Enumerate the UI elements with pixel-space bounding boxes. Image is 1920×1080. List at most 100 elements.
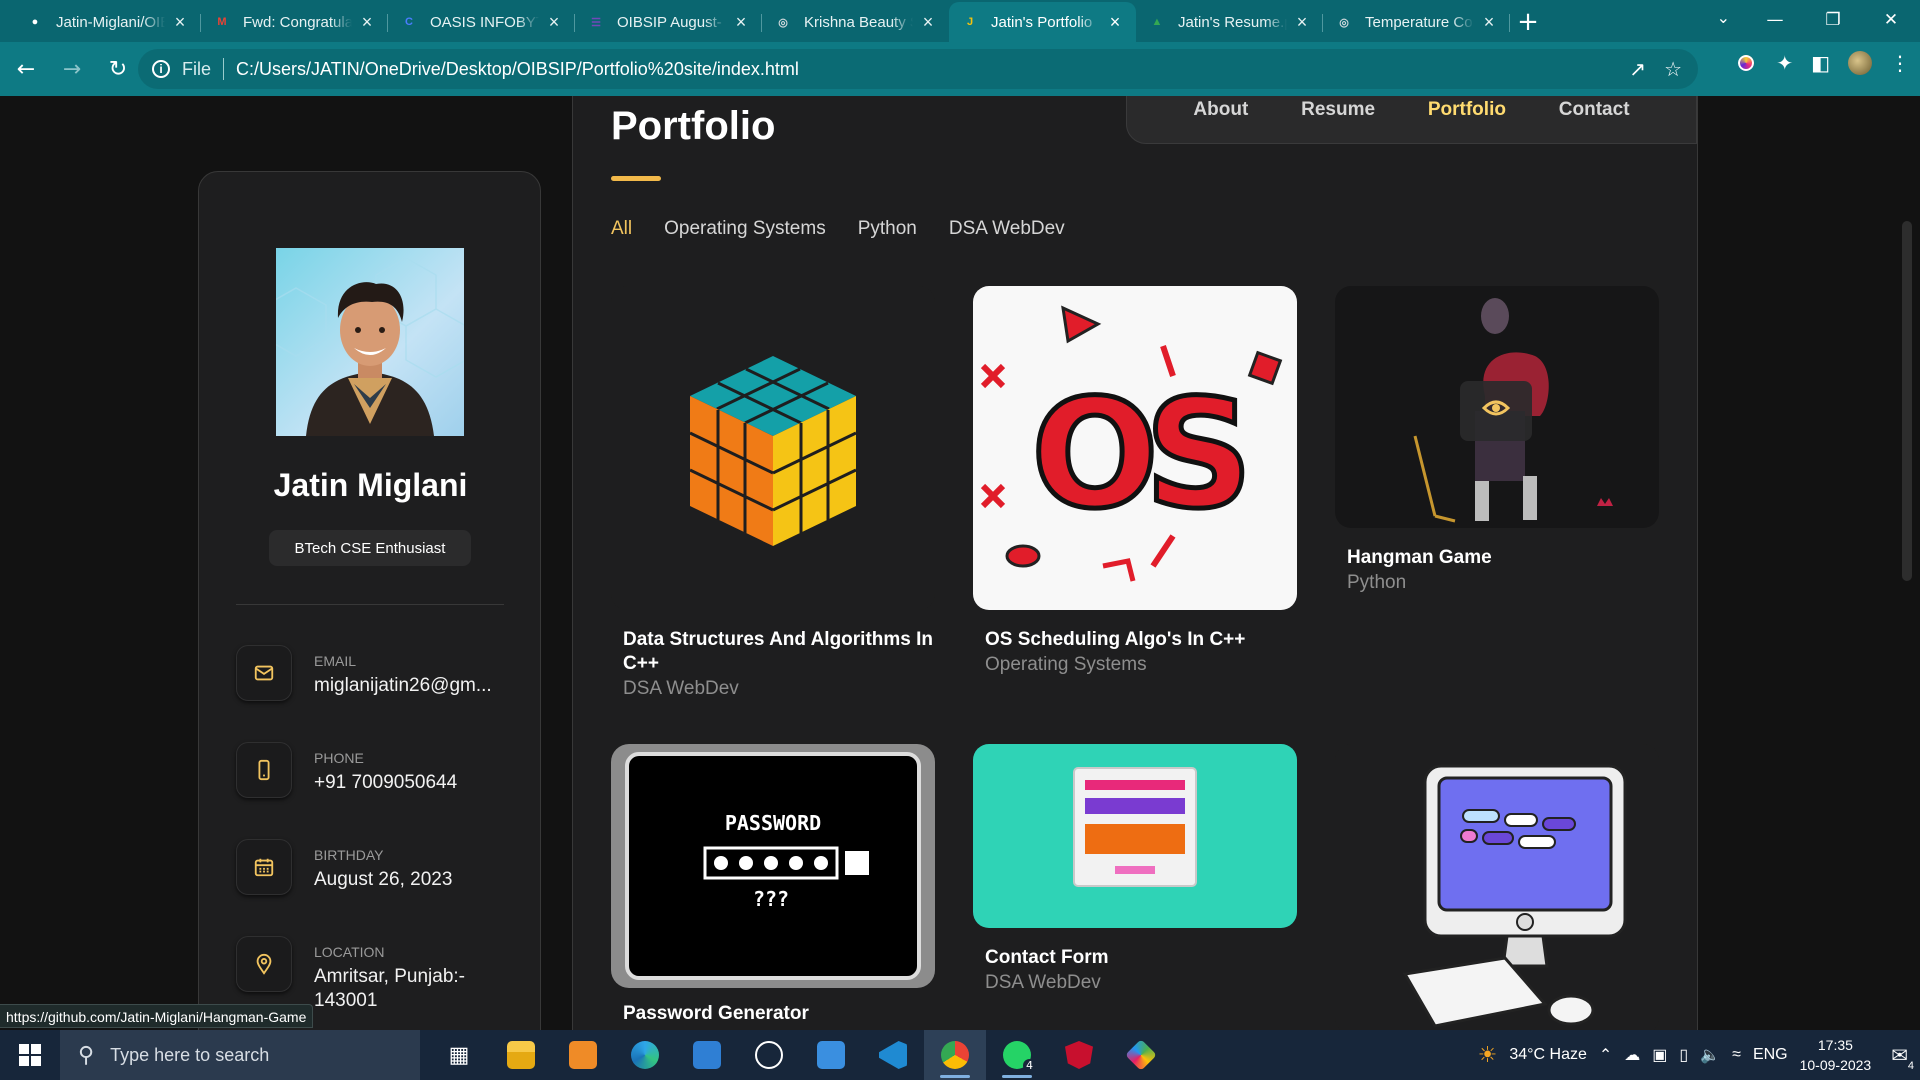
tab-strip: ● Jatin-Miglani/OIB × M Fwd: Congratulati × C O… xyxy=(0,0,1920,42)
browser-tab[interactable]: ◎ Temperature Con × xyxy=(1323,2,1510,42)
project-card-dsa[interactable]: Data Structures And Algorithms In C++ DS… xyxy=(611,286,935,706)
filter-python[interactable]: Python xyxy=(858,218,917,240)
close-tab-icon[interactable]: × xyxy=(171,12,189,33)
dell-icon[interactable] xyxy=(738,1030,800,1080)
browser-tab[interactable]: ☰ OIBSIP August- P × xyxy=(575,2,762,42)
nav-contact[interactable]: Contact xyxy=(1559,99,1630,121)
close-tab-icon[interactable]: × xyxy=(1106,12,1124,33)
weather-icon[interactable]: ☀ xyxy=(1478,1042,1498,1068)
taskbar-search-box[interactable]: ⚲ Type here to search xyxy=(60,1030,420,1080)
info-icon[interactable]: i xyxy=(152,60,170,78)
browser-tab[interactable]: M Fwd: Congratulati × xyxy=(201,2,388,42)
close-tab-icon[interactable]: × xyxy=(358,12,376,33)
reload-button[interactable]: ↻ xyxy=(98,49,138,89)
onedrive-icon[interactable]: ☁ xyxy=(1624,1045,1640,1065)
filter-all[interactable]: All xyxy=(611,218,632,240)
profile-avatar[interactable] xyxy=(1848,51,1872,75)
contact-form-image xyxy=(1073,767,1197,887)
profile-sidebar: Jatin Miglani BTech CSE Enthusiast EMAIL… xyxy=(198,171,541,1030)
rubiks-cube-image xyxy=(689,356,857,546)
avatar xyxy=(276,248,464,436)
edge-icon[interactable] xyxy=(614,1030,676,1080)
project-thumbnail[interactable] xyxy=(973,744,1297,928)
project-card-os[interactable]: OS OS Scheduling Algo's In C++ Operating… xyxy=(973,286,1297,686)
chrome-icon[interactable] xyxy=(924,1030,986,1080)
nav-portfolio[interactable]: Portfolio xyxy=(1428,99,1506,121)
windows-logo-icon xyxy=(19,1044,41,1066)
project-card-password[interactable]: PASSWORD ??? Password Generator xyxy=(611,744,935,1030)
project-title[interactable]: OS Scheduling Algo's In C++ xyxy=(985,628,1295,652)
page-scrollbar[interactable] xyxy=(1902,221,1912,581)
phone-value[interactable]: +91 7009050644 xyxy=(314,772,457,794)
project-title[interactable]: Hangman Game xyxy=(1347,546,1657,570)
email-value[interactable]: miglanijatin26@gm... xyxy=(314,675,492,697)
close-tab-icon[interactable]: × xyxy=(1480,12,1498,33)
extension-instagram-icon[interactable] xyxy=(1734,51,1759,75)
close-window-button[interactable]: ✕ xyxy=(1862,0,1920,40)
project-thumbnail[interactable] xyxy=(1335,286,1659,528)
close-tab-icon[interactable]: × xyxy=(919,12,937,33)
tray-overflow-icon[interactable]: ⌃ xyxy=(1599,1045,1612,1065)
project-thumbnail[interactable]: PASSWORD ??? xyxy=(611,744,935,988)
sublime-text-icon[interactable] xyxy=(552,1030,614,1080)
network-monitor-icon[interactable]: ▣ xyxy=(1652,1045,1667,1065)
volume-icon[interactable]: 🔈 xyxy=(1700,1045,1720,1065)
project-card-contact-form[interactable]: Contact Form DSA WebDev xyxy=(973,744,1297,1004)
nav-resume[interactable]: Resume xyxy=(1301,99,1375,121)
globe-icon: ◎ xyxy=(778,16,788,29)
share-icon[interactable]: ↗ xyxy=(1629,57,1646,82)
project-title[interactable]: Data Structures And Algorithms In C++ xyxy=(623,628,933,676)
battery-icon[interactable]: ▯ xyxy=(1679,1045,1688,1065)
weather-text[interactable]: 34°C Haze xyxy=(1509,1046,1587,1064)
extensions-area: ✦ ◧ ⋮ xyxy=(1734,51,1910,75)
mail-app-icon[interactable] xyxy=(676,1030,738,1080)
task-view-icon[interactable]: ▦ xyxy=(428,1030,490,1080)
mcafee-icon[interactable] xyxy=(1048,1030,1110,1080)
browser-tab[interactable]: ● Jatin-Miglani/OIB × xyxy=(14,2,201,42)
system-tray: ☀ 34°C Haze ⌃ ☁ ▣ ▯ 🔈 ≈ ENG 17:35 10-09-… xyxy=(1478,1030,1920,1080)
project-title[interactable]: Contact Form xyxy=(985,946,1295,970)
url-bar[interactable]: i File C:/Users/JATIN/OneDrive/Desktop/O… xyxy=(138,49,1698,89)
url-text[interactable]: C:/Users/JATIN/OneDrive/Desktop/OIBSIP/P… xyxy=(236,59,799,80)
extensions-puzzle-icon[interactable]: ✦ xyxy=(1776,51,1793,75)
browser-tab[interactable]: J Jatin's Portfolio × xyxy=(949,2,1136,42)
project-title[interactable]: Password Generator xyxy=(623,1002,933,1026)
project-thumbnail[interactable] xyxy=(611,286,935,610)
restore-button[interactable]: ❐ xyxy=(1804,0,1862,40)
browser-tab[interactable]: ▲ Jatin's Resume.pd × xyxy=(1136,2,1323,42)
filter-operating-systems[interactable]: Operating Systems xyxy=(664,218,826,240)
notepad-icon[interactable] xyxy=(800,1030,862,1080)
clock[interactable]: 17:35 10-09-2023 xyxy=(1800,1035,1872,1075)
back-button[interactable]: ← xyxy=(6,49,46,89)
whatsapp-icon[interactable]: 4 xyxy=(986,1030,1048,1080)
bookmark-star-icon[interactable]: ☆ xyxy=(1664,57,1682,82)
sidebar-separator xyxy=(236,604,504,605)
project-card-computer[interactable] xyxy=(1335,744,1659,1030)
file-explorer-icon[interactable] xyxy=(490,1030,552,1080)
browser-tab[interactable]: ◎ Krishna Beauty Sa × xyxy=(762,2,949,42)
contact-phone: PHONE +91 7009050644 xyxy=(236,742,526,804)
start-button[interactable] xyxy=(0,1030,60,1080)
new-tab-button[interactable]: + xyxy=(1510,2,1546,42)
window-controls: — ❐ ✕ xyxy=(1746,0,1920,40)
language-indicator[interactable]: ENG xyxy=(1753,1046,1788,1064)
filter-dsa-webdev[interactable]: DSA WebDev xyxy=(949,218,1065,240)
minimize-button[interactable]: — xyxy=(1746,0,1804,40)
close-tab-icon[interactable]: × xyxy=(545,12,563,33)
tab-search-icon[interactable]: ⌄ xyxy=(1717,8,1730,27)
browser-tab[interactable]: C OASIS INFOBYTE × xyxy=(388,2,575,42)
git-icon[interactable] xyxy=(1110,1030,1172,1080)
project-thumbnail[interactable] xyxy=(1335,744,1659,1030)
close-tab-icon[interactable]: × xyxy=(1293,12,1311,33)
notifications-icon[interactable]: ✉ 4 xyxy=(1891,1043,1914,1072)
sidepanel-icon[interactable]: ◧ xyxy=(1811,51,1830,75)
password-art-word: PASSWORD xyxy=(725,811,821,835)
close-tab-icon[interactable]: × xyxy=(732,12,750,33)
forward-button[interactable]: → xyxy=(52,49,92,89)
project-thumbnail[interactable]: OS xyxy=(973,286,1297,610)
menu-kebab-icon[interactable]: ⋮ xyxy=(1890,51,1910,75)
wifi-icon[interactable]: ≈ xyxy=(1732,1046,1741,1064)
vscode-icon[interactable] xyxy=(862,1030,924,1080)
project-card-hangman[interactable]: Hangman Game Python xyxy=(1335,286,1659,606)
nav-about[interactable]: About xyxy=(1193,99,1248,121)
